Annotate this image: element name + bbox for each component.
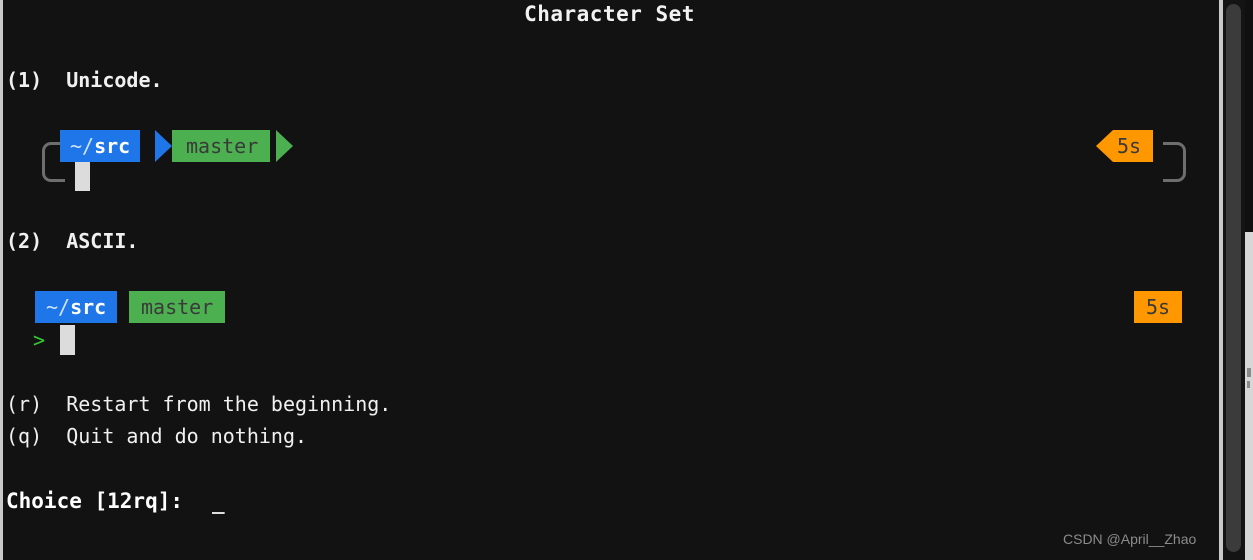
- ascii-timer-segment: 5s: [1134, 291, 1183, 323]
- cursor-block-unicode: [75, 162, 90, 191]
- scrollbar-thumb[interactable]: [1226, 4, 1241, 552]
- option-unicode[interactable]: (1) Unicode.: [6, 68, 163, 92]
- ascii-caret-icon: >: [33, 328, 46, 352]
- choice-input-cursor[interactable]: _: [212, 490, 226, 516]
- powerline-arrow-green-icon: [276, 130, 293, 162]
- edge-artifact-two: [1247, 381, 1250, 388]
- ascii-path-name: src: [70, 295, 107, 319]
- ascii-path-prefix: ~/: [46, 295, 71, 319]
- ascii-branch-segment: master: [129, 291, 226, 323]
- prompt-bracket-right-icon: [1163, 142, 1186, 182]
- prompt-path-segment: ~/src: [60, 130, 141, 162]
- ascii-path-segment: ~/src: [35, 291, 118, 323]
- prompt-path-prefix: ~/: [70, 134, 95, 158]
- option-quit[interactable]: (q) Quit and do nothing.: [6, 424, 307, 448]
- powerline-arrow-orange-icon: [1096, 130, 1113, 162]
- option-restart[interactable]: (r) Restart from the beginning.: [6, 392, 391, 416]
- prompt-path-name: src: [94, 134, 131, 158]
- prompt-timer-segment: 5s: [1113, 130, 1154, 162]
- window-left-edge: [0, 0, 3, 560]
- prompt-branch-segment: master: [172, 130, 271, 162]
- option-ascii[interactable]: (2) ASCII.: [6, 229, 138, 253]
- choice-prompt-label: Choice [12rq]:: [6, 489, 184, 513]
- powerline-arrow-blue-icon: [155, 130, 172, 162]
- page-title: Character Set: [524, 2, 695, 26]
- cursor-block-ascii: [60, 325, 75, 355]
- watermark: CSDN @April__Zhao: [1063, 531, 1197, 547]
- window-right-edge-upper: [1245, 0, 1253, 232]
- terminal-screen: Character Set (1) Unicode. ~/src master …: [0, 0, 1253, 560]
- edge-artifact-one: [1247, 368, 1251, 377]
- scrollbar-track[interactable]: [1223, 0, 1245, 560]
